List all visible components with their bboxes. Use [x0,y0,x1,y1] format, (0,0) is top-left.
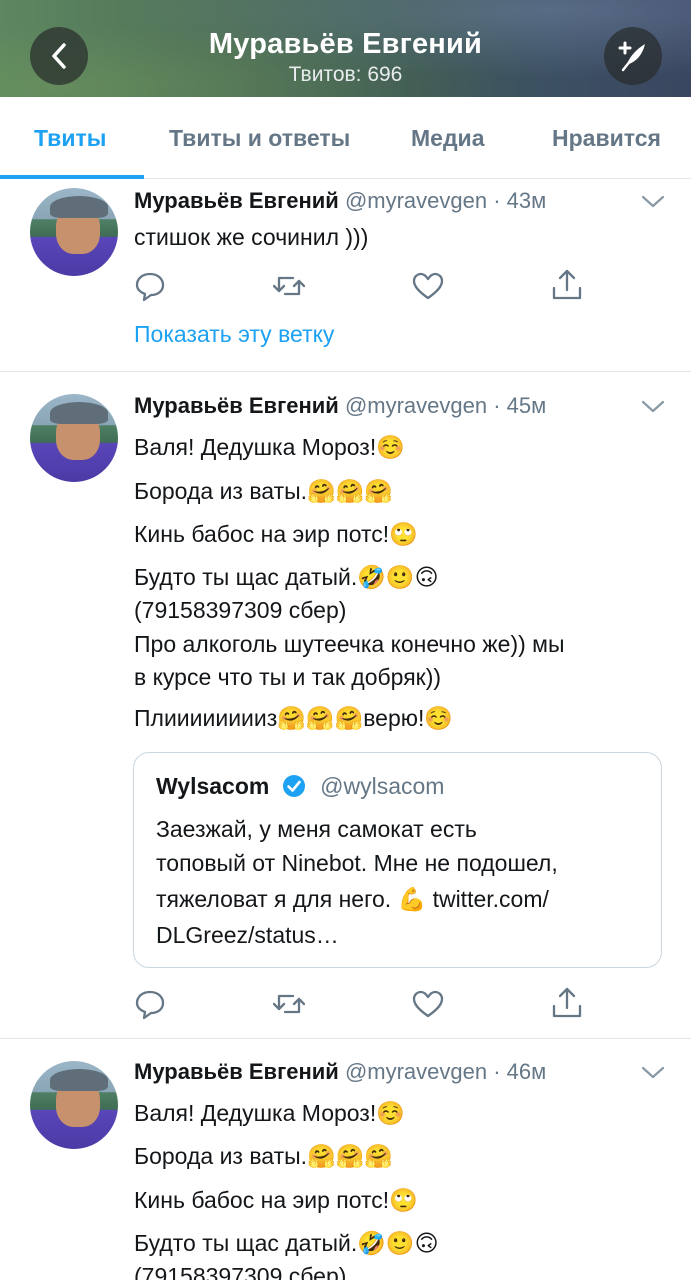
quoted-text-line: топовый от Ninebot. Мне не подошел, [156,850,558,876]
quoted-link: twitter.com/ [432,886,549,912]
tweet-line: Кинь бабос на эир потс! [134,521,390,547]
author-name[interactable]: Муравьёв Евгений [134,393,339,418]
share-icon[interactable] [551,987,583,1019]
tweet-line: в курсе что ты и так добряк)) [134,664,442,690]
quoted-tweet[interactable]: Wylsacom @wylsacom Заезжай, у меня самок… [133,752,662,968]
author-name[interactable]: Муравьёв Евгений [134,188,339,213]
tweet-text-line: Кинь бабос на эир потс!🙄 [134,521,418,548]
rofl-emoji: 🤣 [357,564,386,590]
hugging-emoji: 🤗 [277,705,306,731]
tweet-time: · 46м [493,1059,547,1084]
tweet-text-line: Борода из ваты.🤗🤗🤗 [134,478,393,505]
hugging-emoji: 🤗 [364,1143,393,1169]
avatar[interactable] [30,1061,118,1149]
smiling-emoji: ☺️ [424,705,454,731]
quoted-text-line: Заезжай, у меня самокат есть [156,816,477,842]
reply-icon[interactable] [134,988,166,1020]
tab-likes[interactable]: Нравится [552,125,661,152]
eye-roll-emoji: 🙄 [389,1187,418,1213]
tab-tweets-and-replies[interactable]: Твиты и ответы [169,125,350,152]
share-icon[interactable] [551,269,583,301]
heart-icon[interactable] [412,988,444,1020]
tweet-line: Борода из ваты. [134,1143,308,1169]
tweet-text-line: Валя! Дедушка Мороз!☺️ [134,434,405,461]
tweet-time: · 45м [493,393,547,418]
quoted-author-name: Wylsacom [156,773,270,799]
tweet-text-line: Валя! Дедушка Мороз!☺️ [134,1100,405,1127]
smiling-emoji: ☺️ [376,1100,405,1126]
author-handle: @myravevgen [344,393,488,418]
tab-tweets[interactable]: Твиты [34,125,106,152]
upside-down-emoji: 🙃 [414,564,439,590]
tweet-text-line: Будто ты щас датый.🤣🙂🙃 [134,1230,439,1257]
chevron-down-icon[interactable] [640,1065,666,1081]
compose-tweet-icon [618,41,645,72]
hugging-emoji: 🤗 [307,1143,336,1169]
tweet-line: Валя! Дедушка Мороз! [134,434,377,460]
active-tab-indicator [0,175,144,179]
tweet-text-line: Плииииииииз🤗🤗🤗верю!☺️ [134,705,453,732]
hugging-emoji: 🤗 [335,478,365,504]
hugging-emoji: 🤗 [334,705,364,731]
rofl-emoji: 🤣 [357,1230,386,1256]
avatar[interactable] [30,394,118,482]
tweet-line: Кинь бабос на эир потс! [134,1187,390,1213]
quoted-text: тяжеловат я для него. [156,886,398,912]
verified-badge-icon [282,775,305,797]
quoted-text-line: тяжеловат я для него. 💪 twitter.com/ [156,886,549,913]
tweet-time: · 43м [493,188,547,213]
quoted-author-handle: @wylsacom [320,773,445,799]
tweet-line: Про алкоголь шутеечка конечно же)) мы [134,631,565,657]
tweet-line: верю! [363,705,425,731]
tweet-text: стишок же сочинил ))) [134,224,369,250]
heart-icon[interactable] [412,270,444,302]
tweet-line: Будто ты щас датый. [134,1230,358,1256]
slight-smile-emoji: 🙂 [385,564,415,590]
muscle-emoji: 💪 [397,886,427,912]
reply-icon[interactable] [134,270,166,302]
author-handle: @myravevgen [344,188,488,213]
profile-name-title: Муравьёв Евгений [208,28,483,60]
show-thread-link[interactable]: Показать эту ветку [134,321,334,348]
tweet-count: Твитов: 696 [288,63,403,86]
chevron-down-icon[interactable] [640,399,666,415]
compose-tweet-button[interactable] [604,27,662,85]
chevron-down-icon[interactable] [640,194,666,210]
tweet-author-line: Муравьёв Евгений @myravevgen · 45м [134,393,546,419]
tweet-line: Плииииииииз [134,705,278,731]
tab-media[interactable]: Медиа [411,125,484,152]
tweet-text-line: Будто ты щас датый.🤣🙂🙃 [134,564,439,591]
tweet[interactable]: Муравьёв Евгений @myravevgen · 43м стишо… [0,180,691,371]
tweet-text-line: Кинь бабос на эир потс!🙄 [134,1187,418,1214]
slight-smile-emoji: 🙂 [385,1230,415,1256]
eye-roll-emoji: 🙄 [389,521,418,547]
tweet-line: (79158397309 сбер) [134,597,347,623]
avatar[interactable] [30,188,118,276]
tweet-text-line: Борода из ваты.🤗🤗🤗 [134,1143,393,1170]
hugging-emoji: 🤗 [305,705,335,731]
author-handle: @myravevgen [344,1059,488,1084]
smiling-emoji: ☺️ [376,434,405,460]
author-name[interactable]: Муравьёв Евгений [134,1059,339,1084]
upside-down-emoji: 🙃 [414,1230,439,1256]
hugging-emoji: 🤗 [364,478,393,504]
tweet-line: (79158397309 сбер) [134,1263,347,1280]
profile-header: Муравьёв Евгений Твитов: 696 [0,0,691,97]
tweet-author-line: Муравьёв Евгений @myravevgen · 46м [134,1059,546,1085]
tweet[interactable]: Муравьёв Евгений @myravevgen · 45м Валя!… [0,372,691,1038]
tweet[interactable]: Муравьёв Евгений @myravevgen · 46м Валя!… [0,1039,691,1280]
tweet-line: Будто ты щас датый. [134,564,358,590]
quoted-author-line: Wylsacom @wylsacom [156,773,444,800]
profile-tabs: Твиты Твиты и ответы Медиа Нравится [0,97,691,179]
retweet-icon[interactable] [273,988,305,1020]
tweet-author-line: Муравьёв Евгений @myravevgen · 43м [134,188,546,214]
hugging-emoji: 🤗 [307,478,336,504]
quoted-link-continued: DLGreez/status… [156,922,339,948]
tweet-line: Валя! Дедушка Мороз! [134,1100,377,1126]
hugging-emoji: 🤗 [335,1143,365,1169]
retweet-icon[interactable] [273,270,305,302]
tweet-line: Борода из ваты. [134,478,308,504]
